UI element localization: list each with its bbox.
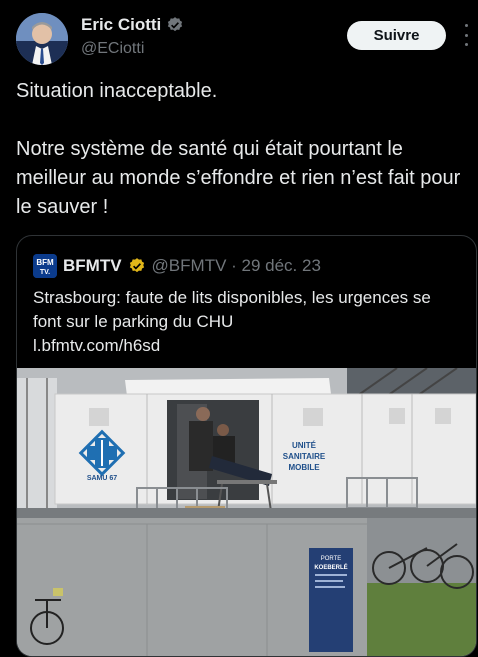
sign-label-1: PORTE: [321, 556, 342, 562]
quoted-tweet[interactable]: BFM TV. BFMTV @BFMTV · 29 déc. 23 Strasb…: [16, 235, 477, 657]
tweet-text: Situation inacceptable. Notre système de…: [16, 77, 471, 222]
author-avatar[interactable]: [16, 13, 68, 65]
quoted-author-name[interactable]: BFMTV: [63, 256, 122, 276]
samu-label: SAMU 67: [87, 475, 117, 482]
more-options-icon[interactable]: [460, 24, 472, 46]
tweet-paragraph: Situation inacceptable.: [16, 80, 218, 102]
follow-button[interactable]: Suivre: [347, 21, 446, 50]
author-handle[interactable]: @ECiotti: [81, 40, 144, 58]
bfm-logo-top: BFM: [36, 258, 54, 267]
quoted-handle-date[interactable]: @BFMTV · 29 déc. 23: [152, 256, 321, 276]
verified-badge-icon: [168, 17, 183, 32]
quoted-tweet-photo[interactable]: SAMU 67 UNITÉ SANITAIRE MOBILE PORTE KOE…: [17, 368, 476, 657]
author-name[interactable]: Eric Ciotti: [81, 15, 184, 35]
quoted-tweet-header: BFM TV. BFMTV @BFMTV · 29 déc. 23: [33, 254, 321, 278]
gold-verified-badge-icon: [129, 258, 144, 273]
unit-label-3: MOBILE: [288, 463, 320, 472]
quoted-link[interactable]: l.bfmtv.com/h6sd: [33, 336, 160, 355]
quoted-tweet-text: Strasbourg: faute de lits disponibles, l…: [33, 286, 453, 358]
unit-label-2: SANITAIRE: [283, 452, 326, 461]
bfmtv-avatar[interactable]: BFM TV.: [33, 254, 57, 278]
bfm-logo-bottom: TV.: [40, 269, 50, 276]
quoted-text: Strasbourg: faute de lits disponibles, l…: [33, 288, 431, 331]
author-name-text: Eric Ciotti: [81, 15, 162, 34]
unit-label-1: UNITÉ: [292, 441, 317, 450]
tweet-paragraph: Notre système de santé qui était pourtan…: [16, 138, 461, 218]
sign-label-2: KOEBERLÉ: [314, 563, 347, 571]
